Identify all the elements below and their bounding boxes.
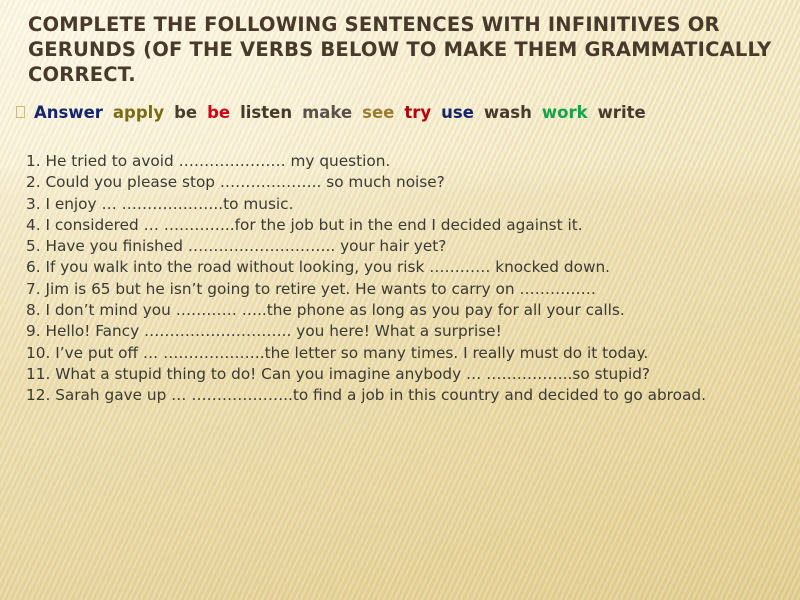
word-bank-word: see <box>362 103 395 122</box>
slide-content: COMPLETE THE FOLLOWING SENTENCES WITH IN… <box>0 0 800 407</box>
exercise-item: 5. Have you finished ……………………….. your ha… <box>26 237 447 256</box>
word-bank-word: try <box>404 103 432 122</box>
word-bank-word: wash <box>483 103 532 122</box>
square-bullet-icon <box>16 106 25 118</box>
exercise-item: 10. I’ve put off … ………………..the letter so… <box>26 343 649 362</box>
exercise-item: 4. I considered … …………..for the job but … <box>26 215 583 234</box>
word-bank-word: be <box>207 103 231 122</box>
word-bank-word: make <box>302 103 353 122</box>
exercise-item: 2. Could you please stop ……………….. so muc… <box>26 173 445 192</box>
exercise-item: 7. Jim is 65 but he isn’t going to retir… <box>26 279 596 298</box>
exercise-item: 3. I enjoy … ………………..to music. <box>26 194 294 213</box>
word-bank-word: be <box>174 103 198 122</box>
exercise-item: 11. What a stupid thing to do! Can you i… <box>26 364 651 383</box>
slide-canvas: COMPLETE THE FOLLOWING SENTENCES WITH IN… <box>0 0 800 600</box>
word-bank-word: write <box>597 103 646 122</box>
exercise-item: 6. If you walk into the road without loo… <box>26 258 611 277</box>
exercise-item: 9. Hello! Fancy ……………………….. you here! Wh… <box>26 322 502 341</box>
page-title: COMPLETE THE FOLLOWING SENTENCES WITH IN… <box>28 13 772 86</box>
word-bank-word: Answer <box>34 103 103 122</box>
exercise-item: 8. I don’t mind you ………… …..the phone as… <box>26 301 625 320</box>
word-bank: Answer apply be be listen make see try use wash wo… <box>0 87 800 125</box>
word-bank-word: work <box>541 103 588 122</box>
exercise-list: 1. He tried to avoid ………………… my question… <box>0 125 800 407</box>
word-bank-word: apply <box>112 103 165 122</box>
word-bank-word: use <box>441 103 474 122</box>
exercise-item: 12. Sarah gave up … ………………..to find a jo… <box>26 386 706 405</box>
word-bank-list: Answer apply be be listen make see try use wash wo… <box>34 101 742 125</box>
exercise-item: 1. He tried to avoid ………………… my question… <box>26 152 391 170</box>
word-bank-word: listen <box>240 103 293 122</box>
